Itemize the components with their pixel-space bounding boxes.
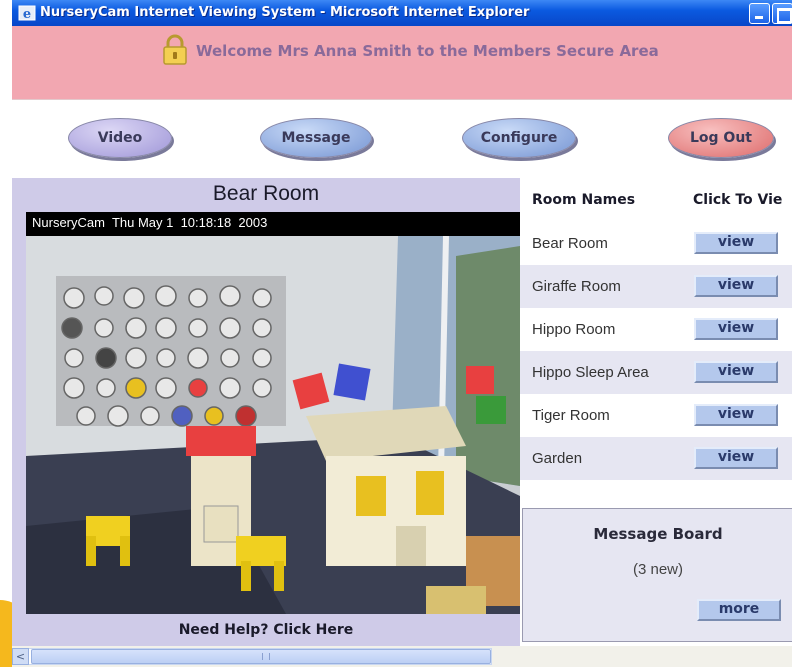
scrollbar-grip bbox=[262, 653, 270, 660]
room-row-garden: Garden view bbox=[520, 437, 792, 480]
horizontal-scrollbar[interactable]: < bbox=[12, 646, 792, 667]
message-button[interactable]: Message bbox=[260, 118, 372, 158]
message-board: Message Board (3 new) more bbox=[522, 508, 792, 642]
room-name: Tiger Room bbox=[532, 407, 610, 424]
window-title: NurseryCam Internet Viewing System - Mic… bbox=[40, 5, 530, 20]
room-row-bear: Bear Room view bbox=[520, 222, 792, 265]
more-messages-button[interactable]: more bbox=[697, 599, 781, 621]
room-name: Giraffe Room bbox=[532, 278, 621, 295]
view-button-giraffe-room[interactable]: view bbox=[694, 275, 778, 297]
view-button-hippo-sleep-area[interactable]: view bbox=[694, 361, 778, 383]
room-name: Hippo Sleep Area bbox=[532, 364, 649, 381]
logout-button[interactable]: Log Out bbox=[668, 118, 774, 158]
rooms-table: Room Names Click To Vie Bear Room view G… bbox=[520, 178, 792, 480]
room-name: Garden bbox=[532, 450, 583, 467]
welcome-banner: Welcome Mrs Anna Smith to the Members Se… bbox=[12, 26, 792, 100]
help-link[interactable]: Need Help? Click Here bbox=[12, 622, 520, 638]
room-name: Hippo Room bbox=[532, 321, 616, 338]
view-button-tiger-room[interactable]: view bbox=[694, 404, 778, 426]
camera-feed-image bbox=[26, 236, 520, 614]
title-bar: e NurseryCam Internet Viewing System - M… bbox=[12, 0, 792, 26]
rooms-panel: Room Names Click To Vie Bear Room view G… bbox=[520, 178, 792, 646]
view-button-hippo-room[interactable]: view bbox=[694, 318, 778, 340]
room-row-giraffe: Giraffe Room view bbox=[520, 265, 792, 308]
video-button[interactable]: Video bbox=[68, 118, 172, 158]
configure-button[interactable]: Configure bbox=[462, 118, 576, 158]
header-click-to-view: Click To Vie bbox=[693, 192, 783, 208]
internet-explorer-icon: e bbox=[18, 5, 36, 22]
room-row-tiger: Tiger Room view bbox=[520, 394, 792, 437]
svg-text:e: e bbox=[23, 7, 31, 22]
padlock-icon bbox=[163, 34, 187, 65]
new-message-count: (3 new) bbox=[632, 561, 684, 578]
rooms-table-header: Room Names Click To Vie bbox=[520, 178, 792, 222]
camera-room-title: Bear Room bbox=[212, 182, 320, 205]
room-row-hippo: Hippo Room view bbox=[520, 308, 792, 351]
camera-timestamp-overlay: NurseryCam Thu May 1 10:18:18 2003 bbox=[26, 212, 520, 236]
header-room-names: Room Names bbox=[532, 192, 636, 208]
room-row-hippo-sleep: Hippo Sleep Area view bbox=[520, 351, 792, 394]
scrollbar-thumb[interactable] bbox=[31, 649, 491, 664]
maximize-button[interactable] bbox=[772, 3, 792, 24]
message-board-title: Message Board bbox=[593, 525, 723, 543]
scroll-left-arrow[interactable]: < bbox=[12, 648, 29, 665]
navigation-bar: Video Message Configure Log Out bbox=[12, 100, 792, 178]
view-button-bear-room[interactable]: view bbox=[694, 232, 778, 254]
room-name: Bear Room bbox=[532, 235, 608, 252]
welcome-message: Welcome Mrs Anna Smith to the Members Se… bbox=[196, 42, 659, 60]
view-button-garden[interactable]: view bbox=[694, 447, 778, 469]
camera-panel: Bear Room NurseryCam Thu May 1 10:18:18 … bbox=[12, 178, 520, 646]
browser-window: e NurseryCam Internet Viewing System - M… bbox=[12, 0, 792, 667]
minimize-button[interactable] bbox=[749, 3, 770, 24]
